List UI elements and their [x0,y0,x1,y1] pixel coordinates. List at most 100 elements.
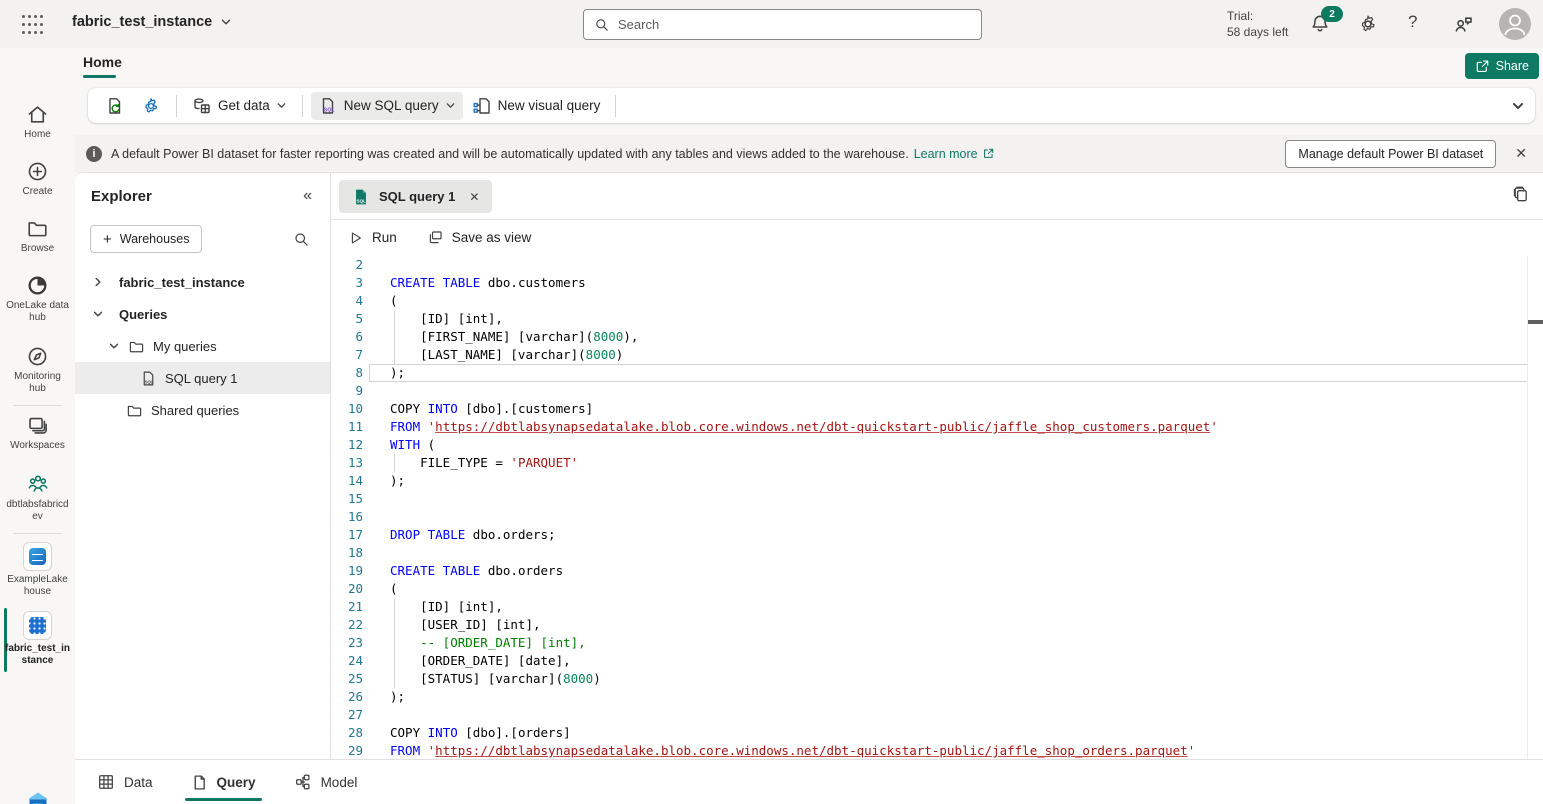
sql-code-editor[interactable]: 2345678910111213141516171819202122232425… [331,256,1528,760]
code-line-14[interactable]: ); [369,472,1528,490]
code-line-9[interactable] [369,382,1528,400]
code-line-24[interactable]: [ORDER_DATE] [date], [369,652,1528,670]
workspace-switcher[interactable]: fabric_test_instance [72,14,232,30]
tree-item-shared-queries[interactable]: Shared queries [75,394,330,426]
gear-icon [141,96,161,116]
nav-item-examplelakehouse[interactable]: ExampleLakehouse [0,542,75,598]
code-line-2[interactable] [369,256,1528,274]
code-line-6[interactable]: [FIRST_NAME] [varchar](8000), [369,328,1528,346]
ribbon-toolbar: Get data SQL New SQL query New [88,88,1535,123]
tab-sql-query-1[interactable]: SQL SQL query 1 ✕ [339,180,492,213]
editor-code[interactable]: CREATE TABLE dbo.customers( [ID] [int], … [369,256,1528,760]
new-warehouse-button[interactable]: + Warehouses [90,225,202,253]
search-input[interactable]: Search [583,9,982,40]
app-launcher-icon[interactable] [20,12,44,36]
copy-icon [1511,185,1530,204]
nav-onelake-data-hub[interactable]: OneLake data hub [0,274,75,324]
external-link-icon [982,147,995,160]
code-line-10[interactable]: COPY INTO [dbo].[customers] [369,400,1528,418]
nav-browse[interactable]: Browse [0,217,75,255]
code-line-15[interactable] [369,490,1528,508]
code-line-11[interactable]: FROM 'https://dbtlabsynapsedatalake.blob… [369,418,1528,436]
code-line-27[interactable] [369,706,1528,724]
code-line-17[interactable]: DROP TABLE dbo.orders; [369,526,1528,544]
nav-data-warehouse[interactable]: Data Warehouse [0,789,75,804]
code-line-16[interactable] [369,508,1528,526]
nav-home[interactable]: Home [0,103,75,141]
code-line-29[interactable]: FROM 'https://dbtlabsynapsedatalake.blob… [369,742,1528,760]
code-line-28[interactable]: COPY INTO [dbo].[orders] [369,724,1528,742]
refresh-button[interactable] [98,92,132,120]
code-line-25[interactable]: [STATUS] [varchar](8000) [369,670,1528,688]
code-line-4[interactable]: ( [369,292,1528,310]
nav-create[interactable]: Create [0,160,75,198]
settings-ribbon-button[interactable] [134,92,168,120]
copy-button[interactable] [1511,185,1530,204]
svg-text:SQL: SQL [357,198,367,203]
code-line-19[interactable]: CREATE TABLE dbo.orders [369,562,1528,580]
nav-workspaces[interactable]: Workspaces [0,414,75,452]
trial-status: Trial: 58 days left [1227,8,1288,40]
save-as-view-icon [427,229,444,246]
get-data-button[interactable]: Get data [185,92,294,120]
chevron-down-icon [445,100,456,111]
code-line-8[interactable]: ); [369,364,1528,382]
code-line-23[interactable]: -- [ORDER_DATE] [int], [369,634,1528,652]
code-line-12[interactable]: WITH ( [369,436,1528,454]
create-icon [26,160,49,183]
tree-item-queries[interactable]: Queries [75,298,330,330]
search-placeholder: Search [618,17,659,32]
code-line-3[interactable]: CREATE TABLE dbo.customers [369,274,1528,292]
help-button[interactable]: ? [1408,12,1417,32]
tree-item-my-queries[interactable]: My queries [75,330,330,362]
workspaces-icon [26,414,49,437]
learn-more-link[interactable]: Learn more [914,147,995,161]
plus-icon: + [103,231,112,248]
code-line-18[interactable] [369,544,1528,562]
toolbar-divider [176,95,177,117]
banner-close-icon[interactable]: ✕ [1515,145,1527,162]
settings-button[interactable] [1357,13,1381,37]
save-as-view-button[interactable]: Save as view [427,229,532,246]
chevron-down-icon [220,16,232,28]
rail-divider [13,405,62,406]
share-button[interactable]: Share [1465,53,1539,79]
warehouse-icon [23,611,52,640]
run-icon [348,230,364,246]
notifications-button[interactable]: 2 [1309,13,1333,37]
search-icon [594,17,610,33]
code-line-7[interactable]: [LAST_NAME] [varchar](8000) [369,346,1528,364]
code-line-21[interactable]: [ID] [int], [369,598,1528,616]
tree-item-warehouse[interactable]: fabric_test_instance [75,266,330,298]
close-tab-icon[interactable]: ✕ [469,190,479,204]
code-line-13[interactable]: FILE_TYPE = 'PARQUET' [369,454,1528,472]
nav-monitoring-hub[interactable]: Monitoring hub [0,345,75,395]
gear-icon [1357,13,1379,35]
code-line-22[interactable]: [USER_ID] [int], [369,616,1528,634]
notification-badge: 2 [1321,6,1343,22]
tab-query[interactable]: Query [191,774,256,791]
editor-scrollbar[interactable] [1527,256,1543,760]
manage-default-dataset-button[interactable]: Manage default Power BI dataset [1285,140,1496,168]
tab-home[interactable]: Home [83,54,122,70]
tree-item-sql-query-1[interactable]: SQL SQL query 1 [75,362,330,394]
avatar[interactable] [1499,8,1531,40]
nav-workspace-dbtlabsfabricdev[interactable]: dbtlabsfabricdev [0,472,75,523]
new-visual-query-icon [472,96,492,116]
collapse-explorer-icon[interactable]: « [303,187,312,205]
run-button[interactable]: Run [348,230,397,246]
tab-data[interactable]: Data [97,773,153,791]
tab-home-underline [83,75,116,78]
code-line-5[interactable]: [ID] [int], [369,310,1528,328]
ribbon-collapse-chevron-icon[interactable] [1511,99,1525,113]
new-sql-query-button[interactable]: SQL New SQL query [311,92,463,120]
new-sql-query-icon: SQL [318,96,338,116]
tab-model[interactable]: Model [294,773,358,791]
nav-item-fabric-test-instance[interactable]: fabric_test_instance [0,611,75,667]
folder-icon [128,338,145,355]
explorer-search-icon[interactable] [293,231,310,248]
code-line-20[interactable]: ( [369,580,1528,598]
new-visual-query-button[interactable]: New visual query [465,92,608,120]
feedback-button[interactable] [1452,13,1476,37]
code-line-26[interactable]: ); [369,688,1528,706]
